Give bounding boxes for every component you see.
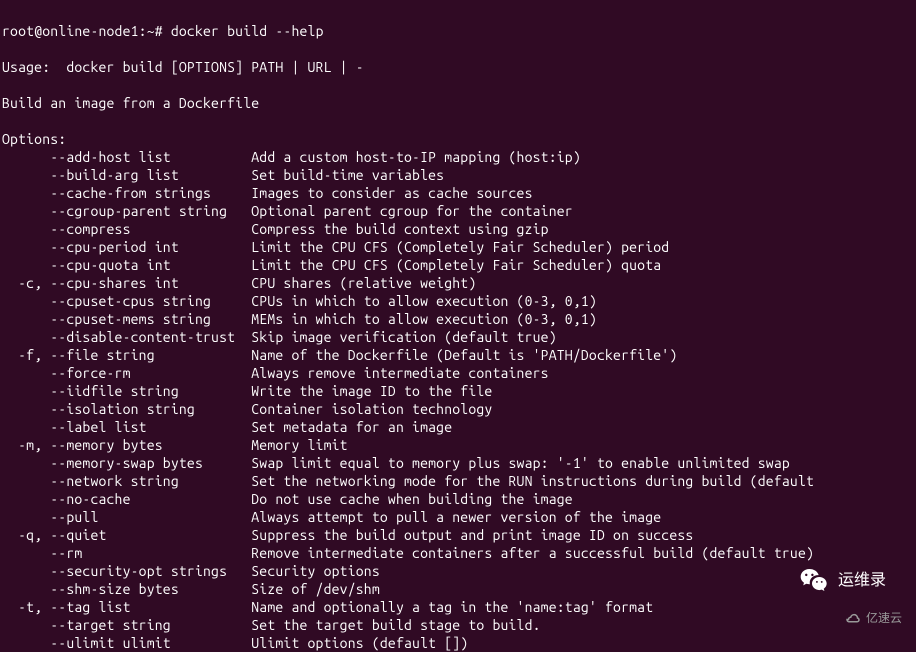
description-text: Build an image from a Dockerfile	[2, 95, 259, 111]
yisu-label: 亿速云	[866, 609, 902, 627]
options-list: --add-host list Add a custom host-to-IP …	[2, 148, 914, 652]
terminal-output[interactable]: root@online-node1:~# docker build --help…	[2, 4, 914, 652]
wechat-label: 运维录	[838, 572, 886, 590]
usage-text: docker build [OPTIONS] PATH | URL | -	[66, 59, 363, 75]
shell-prompt: root@online-node1:~#	[2, 23, 171, 39]
options-header: Options:	[2, 131, 66, 147]
yisu-watermark: 亿速云	[838, 607, 908, 629]
typed-command: docker build --help	[171, 23, 324, 39]
wechat-badge: 运维录	[798, 565, 886, 597]
wechat-icon	[798, 565, 830, 597]
yisu-icon	[844, 609, 862, 627]
usage-label: Usage:	[2, 59, 66, 75]
